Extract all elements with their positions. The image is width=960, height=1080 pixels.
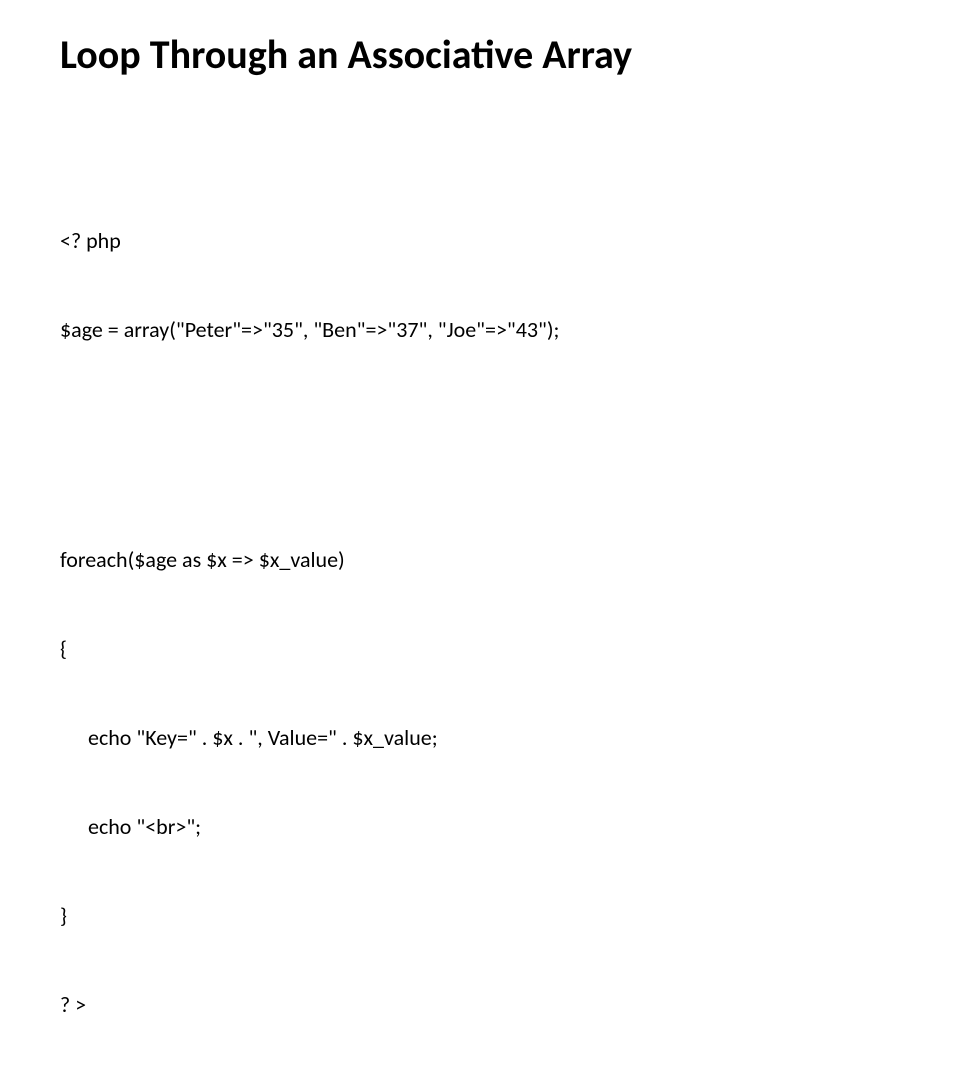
slide-container: Loop Through an Associative Array <? php… — [0, 0, 960, 1080]
slide-title: Loop Through an Associative Array — [60, 30, 900, 79]
code-line: $age = array("Peter"=>"35", "Ben"=>"37",… — [60, 315, 900, 345]
code-section-setup: <? php $age = array("Peter"=>"35", "Ben"… — [60, 166, 900, 404]
code-line: echo "Key=" . $x . ", Value=" . $x_value… — [60, 723, 900, 753]
code-line: ? > — [60, 990, 900, 1020]
code-line: <? php — [60, 226, 900, 256]
code-block: <? php $age = array("Peter"=>"35", "Ben"… — [60, 107, 900, 1080]
code-line: foreach($age as $x => $x_value) — [60, 545, 900, 575]
code-line: echo "<br>"; — [60, 812, 900, 842]
code-line: { — [60, 634, 900, 664]
code-section-loop: foreach($age as $x => $x_value) { echo "… — [60, 485, 900, 1079]
code-line: } — [60, 901, 900, 931]
